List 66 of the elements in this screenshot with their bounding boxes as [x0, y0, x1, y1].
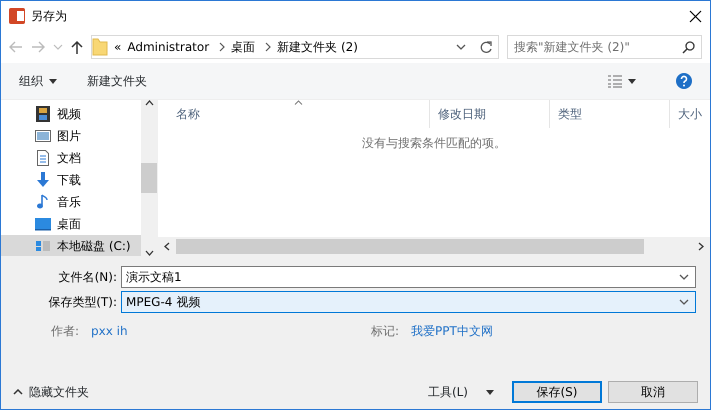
new-folder-button[interactable]: 新建文件夹: [87, 72, 147, 90]
address-bar[interactable]: « Administrator 桌面 新建文件夹 (2): [91, 35, 499, 59]
column-header[interactable]: 修改日期: [430, 100, 550, 128]
up-arrow-icon[interactable]: [71, 40, 83, 54]
tags-value[interactable]: 我爱PPT中文网: [411, 322, 493, 340]
field-label: 标记:: [370, 323, 400, 340]
file-name-field[interactable]: 演示文稿1: [121, 266, 696, 288]
file-type-dropdown[interactable]: MPEG-4 视频: [121, 291, 696, 313]
scrollbar-thumb[interactable]: [176, 239, 644, 254]
close-icon[interactable]: [689, 10, 702, 22]
breadcrumb-item[interactable]: 新建文件夹 (2): [277, 38, 358, 56]
breadcrumb-item[interactable]: «: [114, 38, 122, 56]
sidebar-item[interactable]: 音乐: [1, 191, 141, 213]
chevron-right-icon: [265, 42, 272, 52]
caret-icon: [486, 390, 494, 394]
dropdown-icon: [679, 274, 689, 280]
scroll-left-icon[interactable]: [164, 242, 170, 251]
folder-icon: [92, 38, 108, 56]
field-label: 保存类型(T):: [47, 294, 118, 311]
drive-icon: [35, 238, 51, 254]
picture-icon: [35, 128, 51, 144]
breadcrumb-item[interactable]: 桌面: [231, 38, 256, 56]
app-icon: [9, 8, 25, 24]
sidebar-item[interactable]: 图片: [1, 125, 141, 147]
scroll-down-icon[interactable]: [144, 250, 154, 256]
download-arrow-icon: [35, 172, 51, 188]
column-header[interactable]: 名称: [158, 100, 430, 128]
window-title: 另存为: [31, 8, 68, 25]
tools-menu[interactable]: 工具(L): [428, 383, 494, 401]
monitor-icon: [35, 216, 51, 232]
vertical-scrollbar[interactable]: [141, 100, 157, 256]
caret-icon[interactable]: [628, 78, 636, 84]
organize-menu[interactable]: 组织: [19, 72, 57, 90]
sidebar-item[interactable]: 文档: [1, 147, 141, 169]
column-header[interactable]: 大小: [670, 100, 710, 128]
field-label: 作者:: [50, 323, 80, 340]
scroll-right-icon[interactable]: [698, 242, 704, 251]
film-icon: [35, 106, 51, 122]
horizontal-scrollbar[interactable]: [158, 237, 710, 256]
cancel-button[interactable]: 取消: [608, 381, 698, 403]
refresh-icon[interactable]: [480, 40, 492, 54]
search-icon: [682, 40, 695, 54]
author-value[interactable]: pxx ih: [91, 322, 291, 340]
chevron-right-icon: [219, 42, 226, 52]
sidebar-item[interactable]: 桌面: [1, 213, 141, 235]
scroll-up-icon[interactable]: [144, 100, 154, 106]
dropdown-icon: [679, 299, 689, 305]
sidebar-item[interactable]: 下载: [1, 169, 141, 191]
dropdown-icon[interactable]: [456, 44, 466, 50]
view-list-icon[interactable]: [608, 74, 622, 88]
sidebar-item[interactable]: 本地磁盘 (C:): [1, 235, 141, 257]
caret-icon: [49, 78, 57, 84]
sort-ascending-icon: [294, 100, 303, 105]
hide-folders-toggle[interactable]: 隐藏文件夹: [13, 383, 89, 401]
column-header[interactable]: 类型: [550, 100, 670, 128]
empty-message: 没有与搜索条件匹配的项。: [362, 136, 506, 150]
search-field[interactable]: 搜索"新建文件夹 (2)": [507, 35, 702, 59]
chevron-up-icon: [13, 389, 23, 395]
scrollbar-thumb[interactable]: [141, 163, 157, 193]
save-button[interactable]: 保存(S): [512, 381, 602, 403]
sidebar-item[interactable]: 视频: [1, 103, 141, 125]
field-label: 文件名(N):: [58, 269, 118, 286]
breadcrumb-item[interactable]: Administrator: [127, 38, 210, 56]
help-icon[interactable]: [676, 73, 692, 89]
search-placeholder: 搜索"新建文件夹 (2)": [514, 39, 631, 56]
document-icon: [35, 150, 51, 166]
